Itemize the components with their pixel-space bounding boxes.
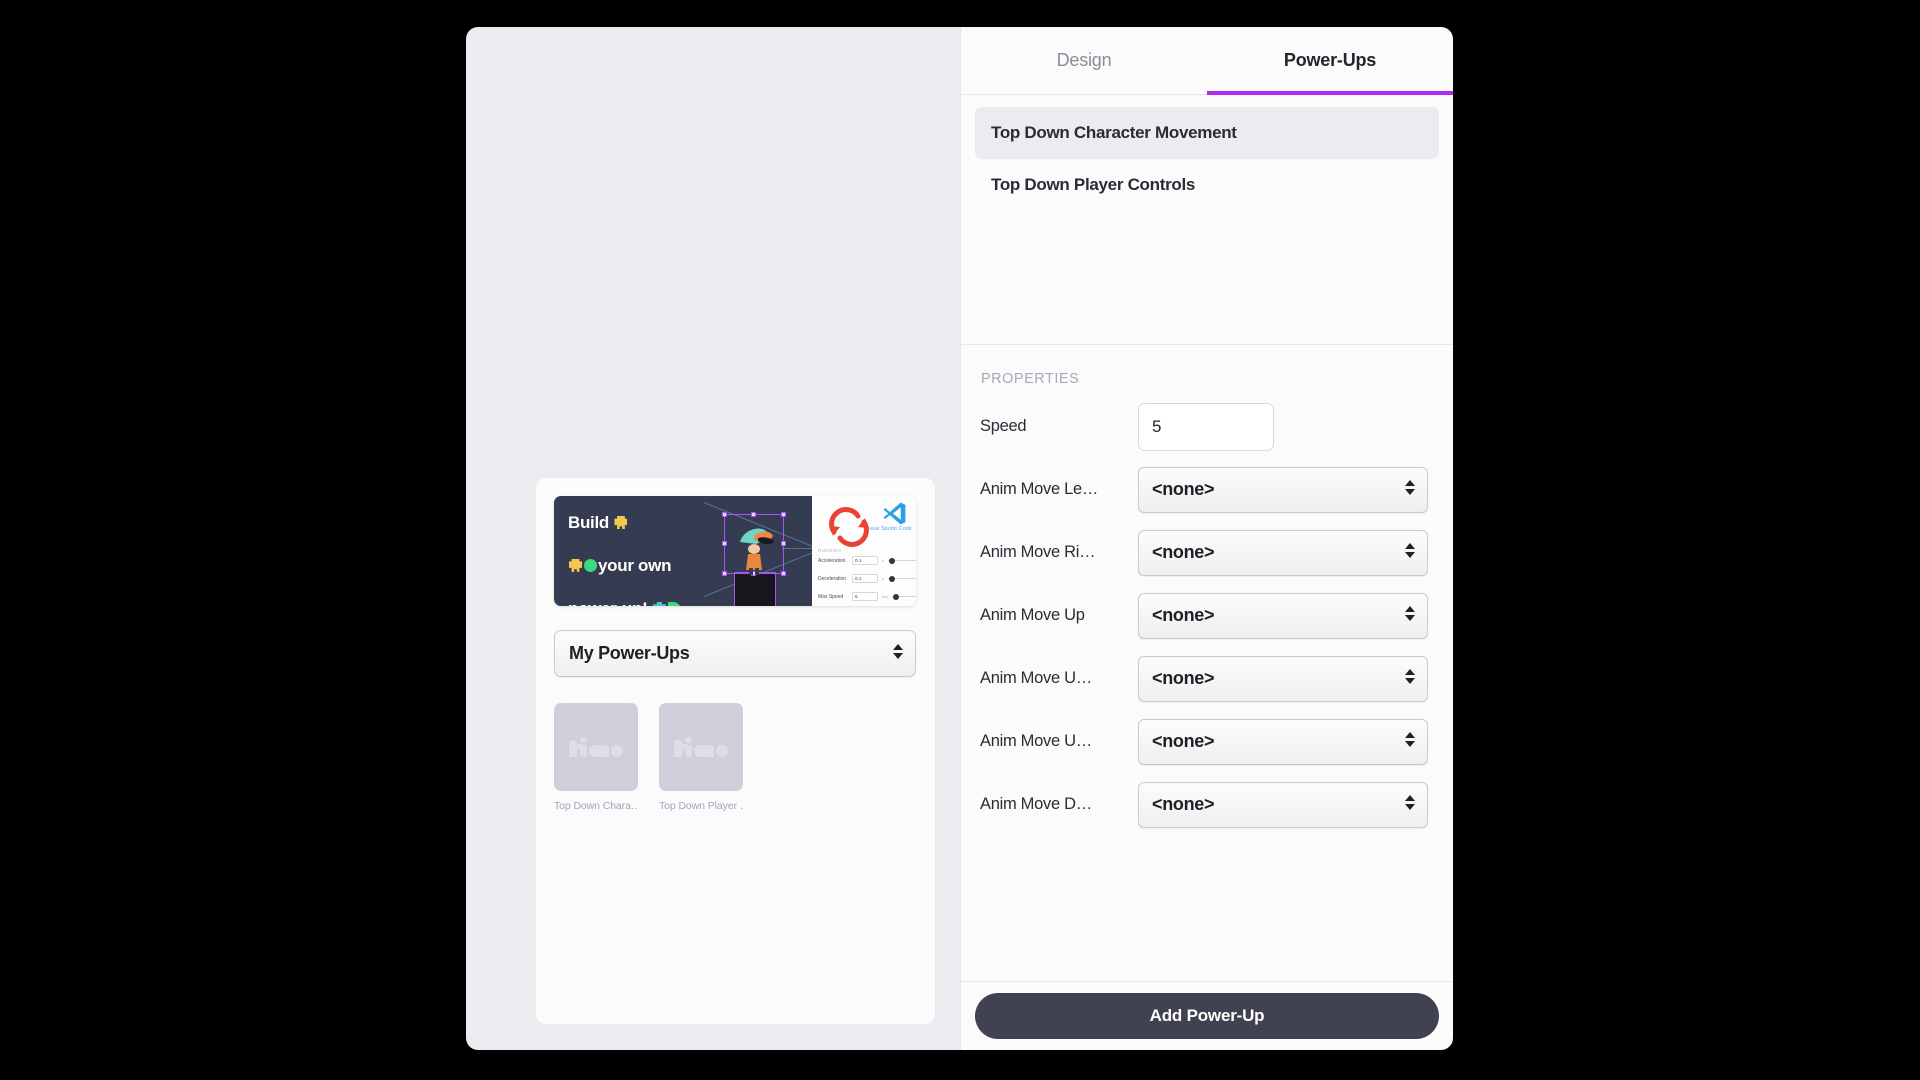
thumbnail-image[interactable]: [659, 703, 743, 791]
anim-move-left-select[interactable]: <none>: [1138, 466, 1428, 513]
property-label: Anim Move U…: [980, 669, 1092, 687]
powerup-list: Top Down Character Movement Top Down Pla…: [961, 95, 1453, 345]
wizard-character-icon: [740, 528, 774, 575]
chevron-updown-icon: [1405, 794, 1415, 815]
preview-card: Build your own power-up! Visual Studio C…: [536, 478, 935, 1024]
anim-move-up-3-select[interactable]: <none>: [1138, 718, 1428, 765]
powerup-thumbnail-card[interactable]: Top Down Player …: [659, 703, 743, 812]
mini-prop-slider: [892, 593, 916, 600]
refresh-arrows-icon: [829, 507, 869, 547]
anim-move-right-select[interactable]: <none>: [1138, 529, 1428, 576]
left-preview-panel: Build your own power-up! Visual Studio C…: [466, 27, 960, 1050]
mini-prop-unit: s: [882, 576, 884, 581]
thumbnail-caption: Top Down Player …: [659, 800, 743, 812]
fiero-logo-icon: [569, 737, 623, 757]
right-inspector-panel: Design Power-Ups Top Down Character Move…: [960, 27, 1453, 1050]
property-row-anim-move-down: Anim Move D… <none>: [980, 773, 1435, 836]
slider-knob: [889, 575, 895, 582]
add-power-up-button[interactable]: Add Power-Up: [975, 993, 1439, 1039]
promo-banner: Build your own power-up! Visual Studio C…: [554, 496, 916, 606]
footer-bar: Add Power-Up: [961, 982, 1453, 1050]
mini-prop-slider: [888, 557, 916, 564]
slider-knob: [889, 557, 895, 564]
chevron-updown-icon: [893, 643, 903, 664]
anim-move-up-2-select[interactable]: <none>: [1138, 655, 1428, 702]
tab-bar: Design Power-Ups: [961, 27, 1453, 95]
powerup-thumbnail-card[interactable]: Top Down Chara…: [554, 703, 638, 812]
mini-property-row: Acceleration 0.1 s: [818, 554, 916, 567]
anim-move-left-value[interactable]: <none>: [1138, 466, 1428, 513]
mini-prop-label: Max Speed: [818, 593, 844, 600]
leaf-icon: [667, 601, 681, 606]
banner-editor-screenshot: Visual Studio Code RUNNING Acceleration …: [812, 496, 916, 606]
property-label: Speed: [980, 417, 1027, 435]
mini-property-row: Max Speed 5 m/s: [818, 590, 916, 603]
mini-prop-label: Acceleration: [818, 557, 846, 564]
anim-move-up-value[interactable]: <none>: [1138, 592, 1428, 639]
anim-move-down-select[interactable]: <none>: [1138, 781, 1428, 828]
powerup-library-select-value[interactable]: My Power-Ups: [554, 630, 916, 677]
mini-prop-input: 5: [852, 592, 878, 601]
thumbnail-image[interactable]: [554, 703, 638, 791]
anim-move-right-value[interactable]: <none>: [1138, 529, 1428, 576]
anim-move-up-3-value[interactable]: <none>: [1138, 718, 1428, 765]
property-label: Anim Move Le…: [980, 480, 1099, 498]
anim-move-up-select[interactable]: <none>: [1138, 592, 1428, 639]
mini-prop-unit: s: [882, 558, 884, 563]
anim-move-up-2-value[interactable]: <none>: [1138, 655, 1428, 702]
thumbnail-caption: Top Down Chara…: [554, 800, 638, 812]
powerup-thumbnail-grid: Top Down Chara… Top Down Player …: [554, 703, 917, 812]
slider-knob: [893, 593, 900, 600]
property-row-anim-move-left: Anim Move Le… <none>: [980, 458, 1435, 521]
chevron-updown-icon: [1405, 731, 1415, 752]
anim-move-down-value[interactable]: <none>: [1138, 781, 1428, 828]
properties-section: PROPERTIES Speed 5 Anim Move Le… <none> …: [961, 345, 1453, 982]
mini-prop-input: 0.1: [852, 574, 878, 583]
mini-prop-input: 0.1: [852, 556, 878, 565]
banner-line-2: your own: [598, 555, 672, 575]
banner-line-3: power-up!: [568, 599, 648, 606]
vscode-logo-icon: [883, 502, 906, 525]
green-dot-icon: [584, 558, 597, 572]
running-status-label: RUNNING: [818, 548, 842, 553]
mini-prop-unit: m/s: [882, 594, 889, 599]
tab-design[interactable]: Design: [961, 27, 1207, 94]
space-invader-icon: [614, 516, 628, 529]
property-row-anim-move-right: Anim Move Ri… <none>: [980, 521, 1435, 584]
banner-line-1: Build: [568, 513, 609, 532]
chevron-updown-icon: [1405, 542, 1415, 563]
powerup-list-item[interactable]: Top Down Player Controls: [975, 159, 1439, 211]
app-window: Build your own power-up! Visual Studio C…: [466, 27, 1453, 1050]
powerup-library-select[interactable]: My Power-Ups: [554, 630, 916, 677]
property-row-anim-move-up-2: Anim Move U… <none>: [980, 647, 1435, 710]
mini-prop-label: Deceleration: [818, 575, 847, 582]
property-label: Anim Move Ri…: [980, 543, 1096, 561]
property-row-anim-move-up: Anim Move Up <none>: [980, 584, 1435, 647]
speed-input[interactable]: 5: [1138, 402, 1274, 451]
banner-headline: Build your own power-up!: [568, 512, 682, 606]
space-invader-icon: [569, 558, 582, 572]
chevron-updown-icon: [1405, 668, 1415, 689]
tab-power-ups[interactable]: Power-Ups: [1207, 27, 1453, 95]
property-label: Anim Move U…: [980, 732, 1092, 750]
property-row-anim-move-up-3: Anim Move U… <none>: [980, 710, 1435, 773]
mini-property-row: Deceleration 0.1 s: [818, 572, 916, 585]
chevron-updown-icon: [1405, 605, 1415, 626]
property-row-speed: Speed 5: [980, 395, 1435, 458]
fiero-logo-icon: [674, 737, 728, 757]
banner-artwork: Build your own power-up!: [554, 496, 822, 606]
properties-heading: PROPERTIES: [981, 371, 1080, 387]
property-label: Anim Move D…: [980, 795, 1092, 813]
chevron-updown-icon: [1405, 479, 1415, 500]
mini-prop-slider: [888, 575, 916, 582]
powerup-list-item-selected[interactable]: Top Down Character Movement: [975, 107, 1439, 159]
property-label: Anim Move Up: [980, 606, 1085, 624]
cyan-sprite-icon: [652, 601, 666, 606]
